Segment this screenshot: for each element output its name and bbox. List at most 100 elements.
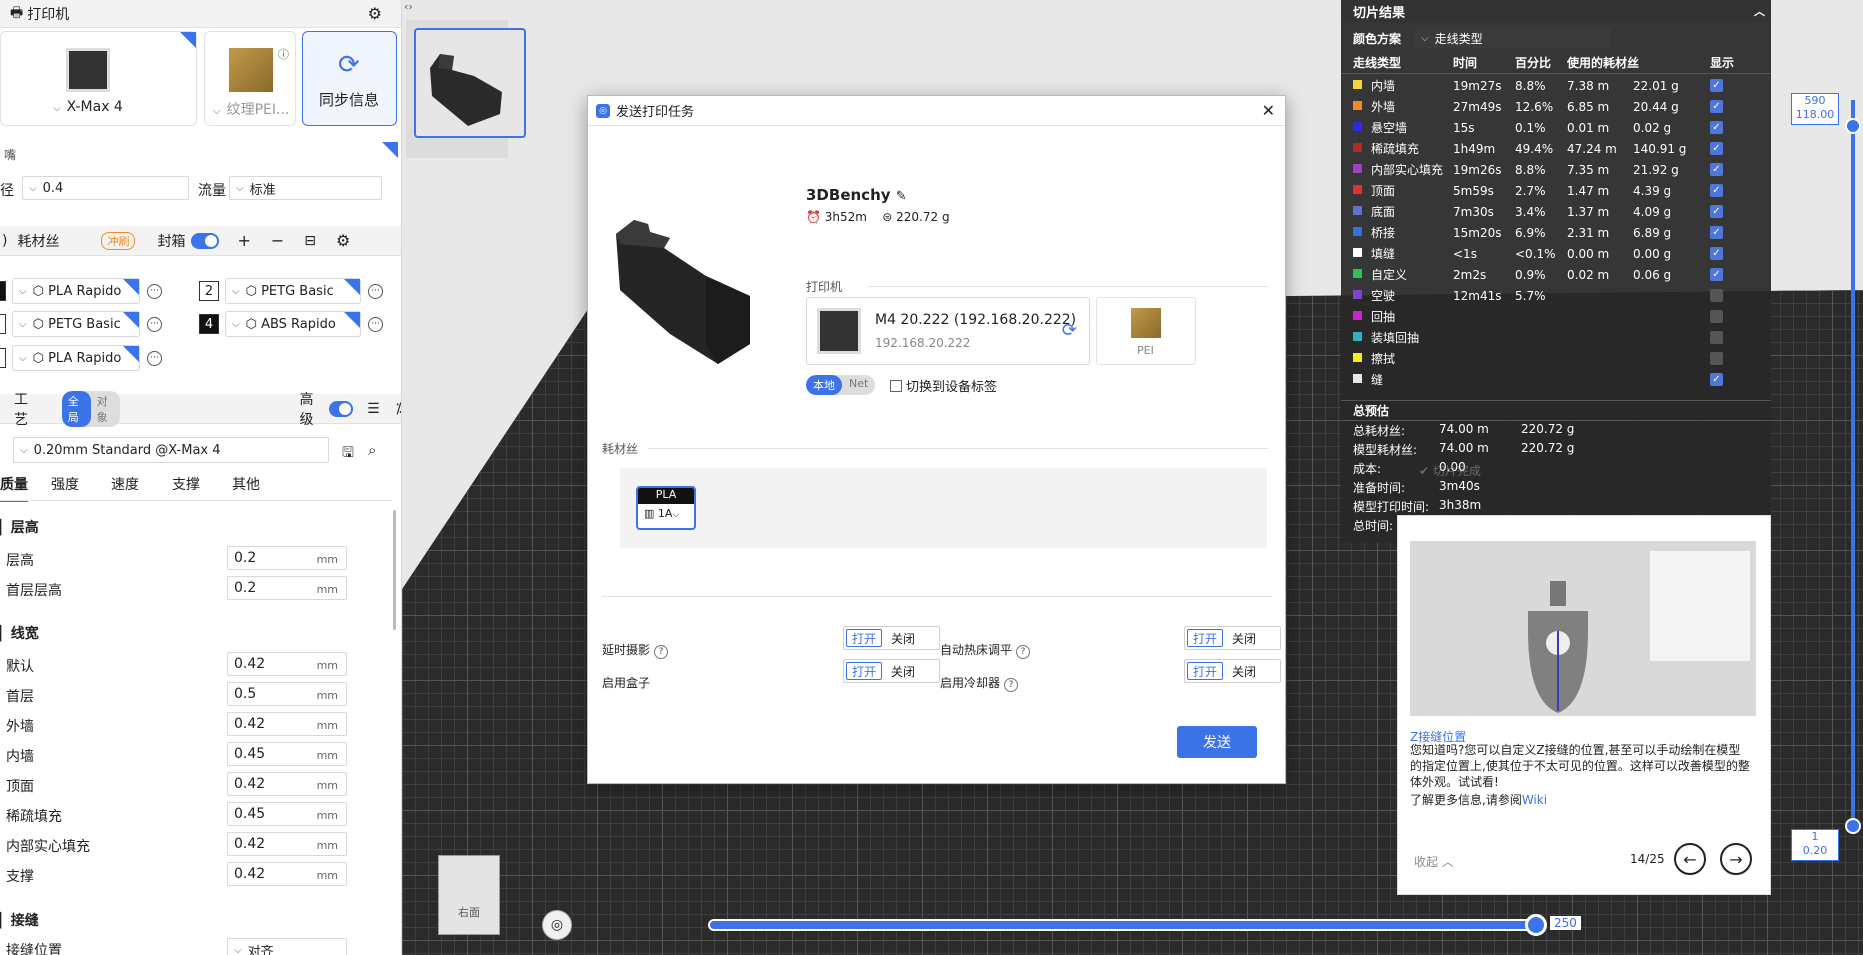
cooler-toggle[interactable]: 打开 关闭 (1184, 659, 1281, 683)
scrollbar[interactable] (393, 510, 396, 630)
visibility-checkbox[interactable]: ✓ (1710, 163, 1723, 176)
visibility-checkbox[interactable]: ✓ (1710, 226, 1723, 239)
visibility-checkbox[interactable] (1710, 331, 1723, 344)
edit-icon[interactable]: ✎ (896, 189, 907, 204)
line-length: 0.00 m (1567, 246, 1610, 261)
param-input[interactable]: 0.45 mm (227, 802, 347, 826)
arrow-left-icon[interactable]: ← (1674, 843, 1706, 875)
filament-item[interactable]: ⌵ ⬡ PLA Rapido ··· (0, 278, 162, 304)
param-input[interactable]: 0.2 mm (227, 546, 347, 570)
sync-button[interactable]: ⟳ 同步信息 (302, 31, 397, 126)
gear-icon[interactable]: ⚙ (336, 231, 350, 250)
screenshot-icon[interactable]: ◎ (542, 910, 572, 940)
timelapse-toggle[interactable]: 打开 关闭 (843, 626, 940, 650)
filament-item[interactable]: ⌵ ⬡ PLA Rapido ··· (0, 345, 162, 371)
plus-icon[interactable]: + (237, 231, 250, 250)
layer-slider[interactable] (1851, 100, 1855, 830)
filament-item[interactable]: ⌵ ⬡ PETG Basic ··· (0, 311, 162, 337)
seam-position-select[interactable]: ⌵ 对齐 (227, 938, 347, 955)
printer-card[interactable]: ⌵ X-Max 4 (0, 31, 197, 126)
close-icon[interactable]: ✕ (1262, 101, 1275, 120)
plate-card[interactable]: ⓘ ⌵ 纹理PEI... (204, 31, 296, 126)
send-button[interactable]: 发送 (1177, 726, 1257, 758)
visibility-checkbox[interactable]: ✓ (1710, 205, 1723, 218)
switch-device-checkbox[interactable]: 切换到设备标签 (890, 376, 997, 395)
seal-toggle[interactable] (191, 232, 220, 249)
param-input[interactable]: 0.42 mm (227, 772, 347, 796)
param-input[interactable]: 0.42 mm (227, 652, 347, 676)
more-icon[interactable]: ··· (368, 283, 383, 299)
search-icon[interactable]: ⌕ (368, 441, 376, 459)
filament-item[interactable]: 2 ⌵ ⬡ PETG Basic ··· (199, 278, 383, 304)
visibility-checkbox[interactable]: ✓ (1710, 142, 1723, 155)
visibility-checkbox[interactable]: ✓ (1710, 373, 1723, 386)
more-icon[interactable]: ··· (147, 350, 162, 366)
wiki-link[interactable]: Wiki (1522, 793, 1547, 807)
more-icon[interactable]: ··· (147, 316, 162, 332)
plate-thumbnail[interactable] (414, 28, 526, 138)
visibility-checkbox[interactable] (1710, 289, 1723, 302)
gear-icon[interactable]: ⚙ (368, 4, 382, 23)
collapse-tip-button[interactable]: 收起 ︿ (1414, 853, 1454, 870)
object-option[interactable]: 对象 (91, 391, 120, 427)
tab-speed[interactable]: 速度 (111, 474, 139, 494)
flush-badge[interactable]: 冲刷 (101, 231, 136, 250)
visibility-checkbox[interactable] (1710, 310, 1723, 323)
color-scheme-select[interactable]: ⌵ 走线类型 (1415, 28, 1611, 48)
list-icon[interactable]: ☰ (367, 401, 380, 417)
slider-handle[interactable] (1525, 914, 1547, 936)
param-input[interactable]: 0.42 mm (227, 862, 347, 886)
visibility-checkbox[interactable]: ✓ (1710, 100, 1723, 113)
visibility-checkbox[interactable]: ✓ (1710, 247, 1723, 260)
info-icon[interactable]: ⓘ (278, 46, 289, 62)
param-input[interactable]: 0.2 mm (227, 576, 347, 600)
view-cube[interactable]: 右面 (438, 855, 500, 935)
param-input[interactable]: 0.42 mm (227, 712, 347, 736)
arrow-right-icon[interactable]: → (1720, 843, 1752, 875)
enclosure-toggle[interactable]: 打开 关闭 (843, 659, 940, 683)
help-icon[interactable]: ? (1016, 645, 1031, 659)
tab-quality[interactable]: 质量 (0, 474, 28, 502)
visibility-checkbox[interactable]: ✓ (1710, 184, 1723, 197)
summary-label: 总时间: (1353, 519, 1394, 533)
save-icon[interactable]: 🖫 (342, 442, 354, 466)
visibility-checkbox[interactable]: ✓ (1710, 79, 1723, 92)
plate-select-card[interactable]: PEI (1096, 297, 1196, 365)
filament-mapping-slot[interactable]: PLA ▥ 1A⌵ (636, 486, 696, 530)
advanced-toggle[interactable] (329, 400, 354, 417)
more-icon[interactable]: ··· (368, 316, 383, 332)
more-icon[interactable]: ··· (147, 283, 162, 299)
bed-leveling-toggle[interactable]: 打开 关闭 (1184, 626, 1281, 650)
collapse-sidebar-icon[interactable]: ‹› (404, 0, 413, 13)
tab-other[interactable]: 其他 (232, 474, 260, 494)
param-input[interactable]: 0.45 mm (227, 742, 347, 766)
profile-select[interactable]: ⌵ 0.20mm Standard @X-Max 4 (13, 437, 329, 463)
scope-switch[interactable]: 全局 对象 (61, 390, 120, 427)
visibility-checkbox[interactable]: ✓ (1710, 268, 1723, 281)
visibility-checkbox[interactable]: ✓ (1710, 121, 1723, 134)
tab-support[interactable]: 支撑 (172, 474, 200, 494)
filament-item[interactable]: 4 ⌵ ⬡ ABS Rapido ··· (199, 311, 383, 337)
local-option[interactable]: 本地 (806, 375, 842, 395)
refresh-icon[interactable]: ⟳ (1062, 320, 1077, 341)
collapse-icon[interactable]: ︿ (1754, 3, 1765, 19)
minus-icon[interactable]: − (271, 231, 284, 250)
ams-icon[interactable]: ⊟ (304, 233, 316, 249)
connection-switch[interactable]: 本地 Net (806, 375, 876, 395)
layer-top-handle[interactable] (1845, 118, 1861, 134)
flow-select[interactable]: ⌵ 标准 (229, 176, 382, 200)
layer-bottom-handle[interactable] (1845, 818, 1861, 834)
tab-strength[interactable]: 强度 (51, 474, 79, 494)
layer-move-slider[interactable] (708, 919, 1534, 931)
diameter-select[interactable]: ⌵ 0.4 (22, 176, 189, 200)
plate-thumb (1131, 308, 1161, 338)
net-option[interactable]: Net (842, 375, 875, 395)
visibility-checkbox[interactable] (1710, 352, 1723, 365)
printer-select-card[interactable]: M4 20.222 (192.168.20.222) 192.168.20.22… (806, 297, 1090, 365)
line-type-name: 装填回抽 (1371, 331, 1420, 345)
param-input[interactable]: 0.5 mm (227, 682, 347, 706)
global-option[interactable]: 全局 (61, 390, 91, 427)
help-icon[interactable]: ? (1004, 678, 1019, 692)
help-icon[interactable]: ? (654, 645, 669, 659)
param-input[interactable]: 0.42 mm (227, 832, 347, 856)
